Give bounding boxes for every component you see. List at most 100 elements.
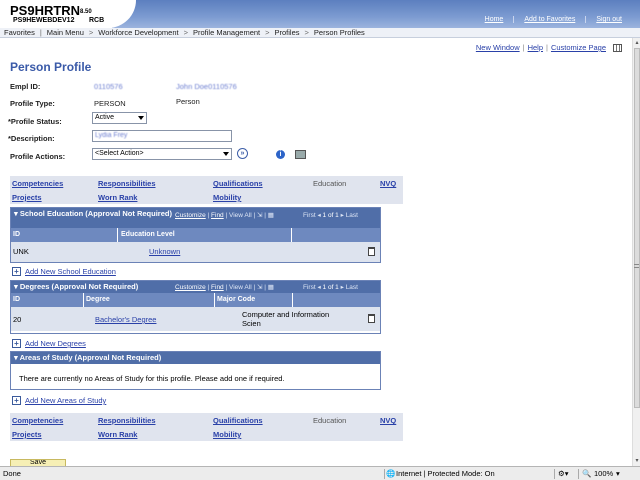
tab-competencies[interactable]: Competencies [12, 179, 63, 188]
school-education-title: ▾ School Education (Approval Not Require… [14, 209, 172, 218]
tab-responsibilities[interactable]: Responsibilities [98, 179, 156, 188]
help-link[interactable]: Help [525, 43, 546, 52]
tab-responsibilities[interactable]: Responsibilities [98, 416, 156, 425]
tab-qualifications[interactable]: Qualifications [213, 179, 263, 188]
profile-actions-select[interactable]: <Select Action> [92, 148, 232, 160]
protected-mode-icon[interactable]: ⚙▾ [558, 467, 569, 480]
header-links: Home Add to Favorites Sign out [475, 16, 632, 23]
system-version: 8.50 [80, 9, 92, 15]
table-row: UNK Unknown [11, 242, 380, 262]
row-range: 1 of 1 [322, 212, 339, 219]
description-input[interactable]: Lydia Frey [92, 130, 232, 142]
breadcrumb-person-profiles[interactable]: Person Profiles [314, 28, 365, 37]
degrees-header: ▾ Degrees (Approval Not Required) Custom… [11, 281, 380, 293]
server-name: PS9HEWEBDEV12 [13, 17, 75, 24]
next-icon[interactable]: ▸ [341, 212, 344, 219]
add-school-education[interactable]: + Add New School Education [12, 267, 116, 276]
add-degrees[interactable]: + Add New Degrees [12, 339, 86, 348]
scroll-down-icon[interactable]: ▾ [634, 457, 640, 465]
customize-link[interactable]: Customize [175, 212, 206, 219]
degrees-title-text: Degrees (Approval Not Required) [19, 282, 139, 291]
view-all-link[interactable]: View All [229, 212, 252, 219]
vertical-scrollbar[interactable]: ▴ ▾ [632, 38, 640, 466]
tab-nvq[interactable]: NVQ [380, 416, 396, 425]
tab-competencies[interactable]: Competencies [12, 416, 63, 425]
status-divider [384, 469, 385, 479]
find-link[interactable]: Find [211, 284, 224, 291]
print-icon[interactable] [295, 150, 306, 159]
add-school-education-link[interactable]: Add New School Education [25, 267, 116, 276]
school-education-column-header: ID Education Level [11, 228, 380, 242]
prev-icon[interactable]: ◂ [317, 212, 320, 219]
profile-status-select[interactable]: Active [92, 112, 147, 124]
customize-page-link[interactable]: Customize Page [548, 43, 609, 52]
home-link[interactable]: Home [475, 16, 514, 23]
tab-nvq[interactable]: NVQ [380, 179, 396, 188]
download-icon[interactable]: ⇲ [257, 212, 262, 219]
school-row-education-level[interactable]: Unknown [149, 247, 180, 256]
add-areas-of-study-link[interactable]: Add New Areas of Study [25, 396, 106, 405]
spreadsheet-icon[interactable]: ▦ [268, 284, 274, 291]
status-bar: Done 🌐 Internet | Protected Mode: On ⚙▾ … [0, 466, 640, 480]
breadcrumb-main-menu[interactable]: Main Menu [47, 28, 84, 37]
tab-education: Education [313, 179, 347, 188]
grid-toolbar: Customize | Find | View All | ⇲ | ▦ [175, 284, 274, 291]
breadcrumb-workforce-development[interactable]: Workforce Development [98, 28, 178, 37]
add-areas-of-study[interactable]: + Add New Areas of Study [12, 396, 106, 405]
degree-row-degree[interactable]: Bachelor's Degree [95, 315, 156, 324]
degrees-column-header: ID Degree Major Code [11, 293, 380, 307]
add-icon: + [12, 267, 21, 276]
profile-status-selected: Active [95, 114, 115, 121]
first-link[interactable]: First [303, 212, 316, 219]
breadcrumb-profiles[interactable]: Profiles [275, 28, 300, 37]
breadcrumb-profile-management[interactable]: Profile Management [193, 28, 260, 37]
tab-mobility[interactable]: Mobility [213, 430, 241, 439]
column-id: ID [13, 296, 20, 303]
execute-action-icon[interactable]: » [237, 148, 248, 159]
grid-icon[interactable] [613, 43, 622, 52]
row-range: 1 of 1 [322, 284, 339, 291]
grid-pager: First ◂ 1 of 1 ▸ Last [303, 283, 358, 291]
column-divider [292, 293, 293, 307]
zoom-icon[interactable]: 🔍 [582, 467, 591, 480]
breadcrumb-favorites[interactable]: Favorites [4, 28, 35, 37]
tab-qualifications[interactable]: Qualifications [213, 416, 263, 425]
info-icon[interactable]: i [276, 150, 285, 159]
status-divider [554, 469, 555, 479]
download-icon[interactable]: ⇲ [257, 284, 262, 291]
tab-worn-rank[interactable]: Worn Rank [98, 430, 137, 439]
grid-toolbar: Customize | Find | View All | ⇲ | ▦ [175, 212, 274, 219]
tab-projects[interactable]: Projects [12, 430, 42, 439]
degree-row-major: Computer and Information Scien [242, 310, 330, 328]
zoom-level[interactable]: 100% [594, 467, 613, 480]
tab-worn-rank[interactable]: Worn Rank [98, 193, 137, 202]
customize-link[interactable]: Customize [175, 284, 206, 291]
sign-out-link[interactable]: Sign out [585, 16, 632, 23]
description-value: Lydia Frey [95, 132, 128, 139]
view-all-link[interactable]: View All [229, 284, 252, 291]
tab-education: Education [313, 416, 347, 425]
spreadsheet-icon[interactable]: ▦ [268, 212, 274, 219]
column-divider [117, 228, 118, 242]
header-bar [112, 0, 640, 28]
last-link[interactable]: Last [346, 284, 358, 291]
tab-bar-bottom: Competencies Responsibilities Qualificat… [10, 413, 403, 441]
prev-icon[interactable]: ◂ [317, 284, 320, 291]
tab-mobility[interactable]: Mobility [213, 193, 241, 202]
delete-row-icon[interactable] [368, 247, 375, 256]
find-link[interactable]: Find [211, 212, 224, 219]
zoom-dropdown-icon[interactable]: ▾ [616, 467, 620, 480]
tab-projects[interactable]: Projects [12, 193, 42, 202]
add-to-favorites-link[interactable]: Add to Favorites [513, 16, 585, 23]
first-link[interactable]: First [303, 284, 316, 291]
last-link[interactable]: Last [346, 212, 358, 219]
add-degrees-link[interactable]: Add New Degrees [25, 339, 86, 348]
empl-id-label: Empl ID: [10, 82, 41, 91]
delete-row-icon[interactable] [368, 314, 375, 323]
scroll-up-icon[interactable]: ▴ [634, 39, 640, 47]
scroll-thumb[interactable] [634, 48, 640, 408]
school-row-id: UNK [13, 247, 29, 256]
next-icon[interactable]: ▸ [341, 284, 344, 291]
new-window-link[interactable]: New Window [473, 43, 523, 52]
globe-icon: 🌐 [386, 469, 396, 478]
